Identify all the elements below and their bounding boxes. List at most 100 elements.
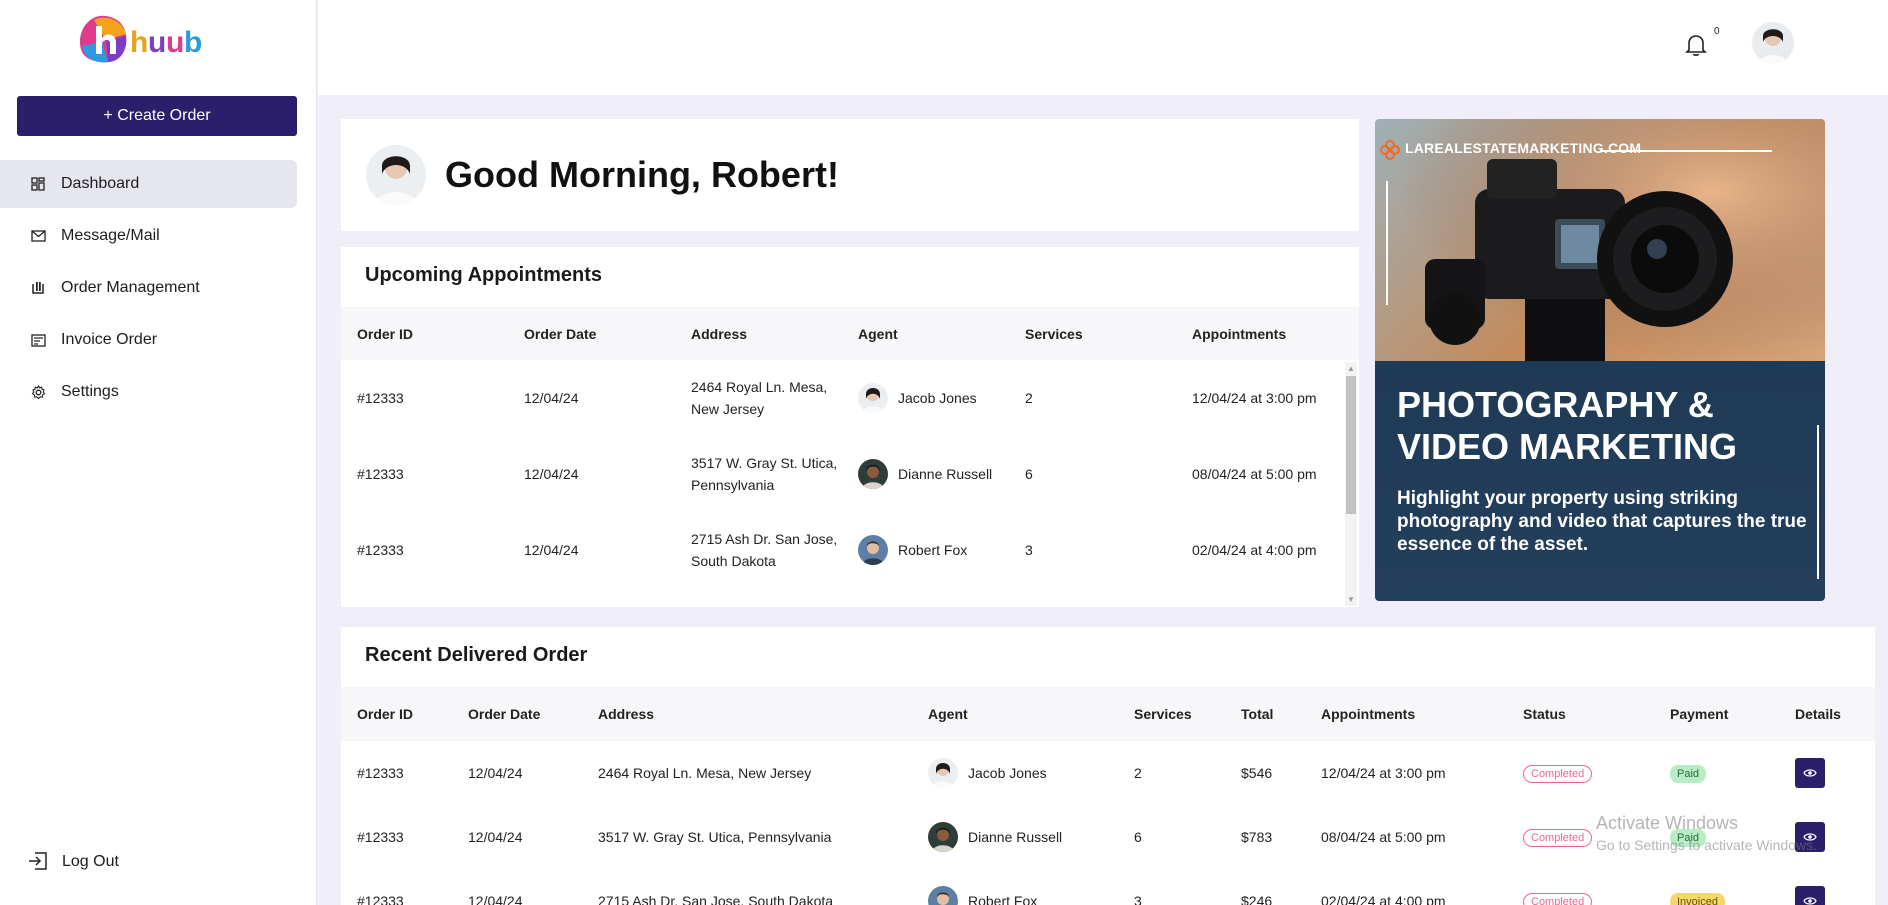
status-badge: Completed xyxy=(1523,892,1593,905)
column-header: Order ID xyxy=(357,706,414,722)
section-title: Upcoming Appointments xyxy=(365,264,603,286)
sidebar-item-dashboard[interactable]: Dashboard xyxy=(0,160,297,208)
payment-cell: Paid xyxy=(1654,764,1779,783)
svg-text:h: h xyxy=(130,26,148,59)
sidebar-item-settings[interactable]: Settings xyxy=(0,368,297,416)
sidebar-item-invoice-order[interactable]: Invoice Order xyxy=(0,316,297,364)
status-cell: Completed xyxy=(1507,764,1654,783)
column-header: Payment xyxy=(1670,706,1729,722)
scroll-down-icon[interactable]: ▼ xyxy=(1347,595,1355,604)
table-row[interactable]: #12333 12/04/24 2715 Ash Dr. San Jose, S… xyxy=(341,512,1359,588)
brand-flower-icon xyxy=(1379,139,1401,166)
agent-avatar xyxy=(928,758,958,788)
services-count: 2 xyxy=(1134,765,1142,781)
column-header: Agent xyxy=(928,706,968,722)
column-header: Order ID xyxy=(357,325,414,342)
column-header: Order Date xyxy=(468,706,541,722)
bell-icon[interactable] xyxy=(1685,33,1707,57)
table-header: Order ID Order Date Address Agent Servic… xyxy=(341,307,1359,360)
sidebar-nav: Dashboard Message/Mail Order Management … xyxy=(0,160,297,420)
order-id: #12333 xyxy=(357,390,404,406)
create-order-button[interactable]: + Create Order xyxy=(17,96,297,136)
agent: Jacob Jones xyxy=(912,758,1118,788)
sidebar-item-label: Invoice Order xyxy=(61,331,158,348)
details-cell xyxy=(1779,886,1859,905)
banner-site-name: LAREALESTATEMARKETING.COM xyxy=(1405,140,1642,156)
order-total: $246 xyxy=(1241,893,1273,905)
banner-body: Highlight your property using striking p… xyxy=(1397,488,1807,555)
status-badge: Completed xyxy=(1523,828,1593,847)
greeting-card: Good Morning, Robert! xyxy=(341,119,1359,231)
banner-headline-line: PHOTOGRAPHY & xyxy=(1397,384,1714,425)
decorative-line xyxy=(1386,181,1388,305)
sidebar-item-label: Settings xyxy=(61,383,119,400)
mail-icon xyxy=(30,228,46,244)
agent: Robert Fox xyxy=(912,886,1118,905)
table-scrollbar[interactable]: ▲ ▼ xyxy=(1345,362,1357,606)
svg-text:u: u xyxy=(166,26,184,59)
sidebar-item-order-management[interactable]: Order Management xyxy=(0,264,297,312)
order-date: 12/04/24 xyxy=(524,466,579,482)
agent: Dianne Russell xyxy=(842,459,1009,489)
svg-text:b: b xyxy=(184,26,202,59)
services-count: 6 xyxy=(1025,466,1033,482)
decorative-line xyxy=(1817,425,1819,579)
sidebar-item-label: Message/Mail xyxy=(61,227,160,244)
agent: Dianne Russell xyxy=(912,822,1118,852)
banner-headline: PHOTOGRAPHY & VIDEO MARKETING xyxy=(1397,384,1807,468)
appointment-time: 08/04/24 at 5:00 pm xyxy=(1321,829,1446,845)
address: 3517 W. Gray St. Utica, Pennsylvania xyxy=(691,455,838,493)
order-date: 12/04/24 xyxy=(468,765,523,781)
order-id: #12333 xyxy=(357,466,404,482)
column-header: Agent xyxy=(858,325,898,342)
agent-avatar xyxy=(858,459,888,489)
upcoming-appointments-card: Upcoming Appointments Order ID Order Dat… xyxy=(341,247,1359,607)
agent-avatar xyxy=(928,822,958,852)
logout-label: Log Out xyxy=(62,853,119,870)
table-row[interactable]: #12333 12/04/24 3517 W. Gray St. Utica, … xyxy=(341,436,1359,512)
column-header: Address xyxy=(598,706,655,722)
avatar xyxy=(366,145,426,205)
address: 2464 Royal Ln. Mesa, New Jersey xyxy=(598,765,812,781)
scrollbar-thumb[interactable] xyxy=(1346,376,1356,514)
order-icon xyxy=(30,280,46,296)
sidebar-item-label: Dashboard xyxy=(61,175,140,192)
scroll-up-icon[interactable]: ▲ xyxy=(1347,364,1355,373)
promo-banner[interactable]: LAREALESTATEMARKETING.COM PHOTOGRAPHY & … xyxy=(1375,119,1825,601)
order-date: 12/04/24 xyxy=(524,542,579,558)
notification-count: 0 xyxy=(1714,26,1720,37)
table-row[interactable]: #12333 12/04/24 2715 Ash Dr. San Jose, S… xyxy=(341,869,1875,905)
services-count: 3 xyxy=(1025,542,1033,558)
sidebar: h u u b + Create Order Dashboard Message… xyxy=(0,0,317,905)
table-row[interactable]: #12333 12/04/24 2464 Royal Ln. Mesa, New… xyxy=(341,741,1875,805)
table-row[interactable]: #12333 12/04/24 2464 Royal Ln. Mesa, New… xyxy=(341,360,1359,436)
payment-badge: Paid xyxy=(1670,764,1707,783)
logout-button[interactable]: Log Out xyxy=(28,852,119,872)
logout-icon xyxy=(28,852,48,872)
column-header: Details xyxy=(1795,706,1841,722)
address: 2464 Royal Ln. Mesa, New Jersey xyxy=(691,379,828,417)
huub-logo[interactable]: h u u b xyxy=(76,12,241,66)
status-badge: Completed xyxy=(1523,764,1593,783)
order-id: #12333 xyxy=(357,542,404,558)
column-header: Order Date xyxy=(524,325,597,342)
eye-icon xyxy=(1803,893,1817,905)
view-details-button[interactable] xyxy=(1795,758,1825,788)
appointment-time: 12/04/24 at 3:00 pm xyxy=(1321,765,1446,781)
address: 3517 W. Gray St. Utica, Pennsylvania xyxy=(598,829,832,845)
order-id: #12333 xyxy=(357,893,404,905)
order-total: $546 xyxy=(1241,765,1273,781)
column-header: Address xyxy=(691,325,748,342)
user-avatar[interactable] xyxy=(1752,22,1794,64)
watermark-title: Activate Windows xyxy=(1596,813,1739,833)
watermark-subtitle: Go to Settings to activate Windows. xyxy=(1596,837,1817,853)
greeting-title: Good Morning, Robert! xyxy=(445,154,839,195)
sidebar-item-message-mail[interactable]: Message/Mail xyxy=(0,212,297,260)
agent-avatar xyxy=(858,383,888,413)
agent-name: Robert Fox xyxy=(898,542,968,558)
view-details-button[interactable] xyxy=(1795,886,1825,905)
services-count: 3 xyxy=(1134,893,1142,905)
gear-icon xyxy=(30,384,46,400)
recent-delivered-card: Recent Delivered Order Order ID Order Da… xyxy=(341,627,1875,905)
order-id: #12333 xyxy=(357,765,404,781)
